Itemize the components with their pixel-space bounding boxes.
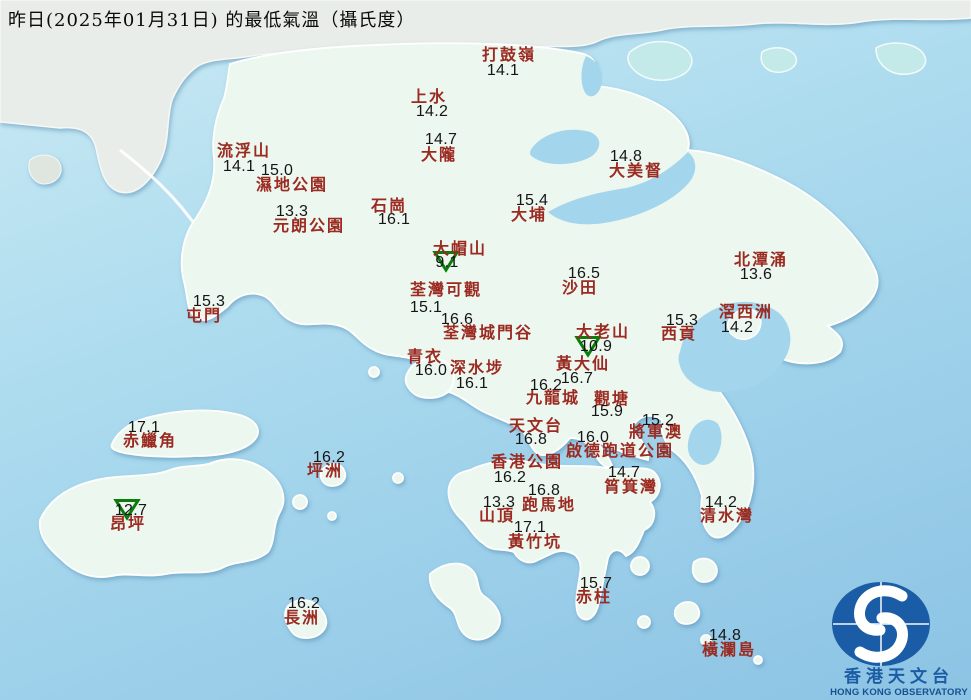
station-value: 17.1: [513, 519, 547, 536]
station-name: 打鼓嶺: [481, 45, 537, 64]
station-value: 14.7: [424, 131, 458, 148]
station-name: 香港公園: [490, 452, 564, 471]
station-value: 15.1: [409, 299, 443, 316]
station-value: 16.2: [529, 377, 563, 394]
station-value: 16.2: [287, 595, 321, 612]
station-name: 深水埗: [449, 358, 505, 377]
station-value: 16.5: [567, 265, 601, 282]
hko-logo-chinese: 香港天文台: [844, 666, 954, 687]
station-value: 16.7: [560, 370, 594, 387]
station-value: 14.1: [486, 62, 520, 79]
station-value: 16.8: [527, 482, 561, 499]
station-name: 黃竹坑: [507, 532, 563, 551]
hko-logo: 香港天文台 HONG KONG OBSERVATORY: [829, 580, 969, 698]
station-value: 15.9: [590, 403, 624, 420]
station-name: 濕地公園: [255, 175, 329, 194]
station-name: 大埔: [510, 205, 548, 224]
station-name: 筲箕灣: [603, 477, 659, 496]
station-name: 滘西洲: [718, 302, 774, 321]
station-value: 16.0: [414, 362, 448, 379]
station-name: 流浮山: [216, 141, 272, 160]
station-value: 12.7: [114, 502, 148, 519]
station-value: 14.2: [415, 103, 449, 120]
station-value: 15.3: [665, 312, 699, 329]
station-name: 長洲: [283, 608, 321, 627]
station-value: 15.2: [641, 412, 675, 429]
hko-logo-icon: [832, 581, 930, 666]
station-value: 14.1: [222, 158, 256, 175]
station-name: 荃灣可觀: [409, 280, 483, 299]
station-value: 16.0: [576, 429, 610, 446]
station-value: 13.6: [739, 266, 773, 283]
station-value: 10.9: [579, 338, 613, 355]
station-value: 14.8: [708, 627, 742, 644]
station-value: 15.4: [515, 192, 549, 209]
station-name: 沙田: [561, 278, 599, 297]
station-value: 14.8: [609, 148, 643, 165]
station-value: 14.2: [720, 319, 754, 336]
station-value: 16.8: [514, 431, 548, 448]
station-value: 9.1: [435, 254, 459, 271]
station-name: 跑馬地: [521, 495, 577, 514]
station-value: 16.1: [377, 211, 411, 228]
station-value: 16.2: [312, 449, 346, 466]
station-value: 15.7: [579, 575, 613, 592]
station-value: 15.3: [192, 293, 226, 310]
station-value: 13.3: [482, 494, 516, 511]
station-value: 15.0: [260, 162, 294, 179]
station-name: 大美督: [608, 161, 664, 180]
station-value: 14.2: [704, 494, 738, 511]
station-value: 13.3: [275, 203, 309, 220]
hko-logo-english: HONG KONG OBSERVATORY: [830, 686, 968, 698]
station-value: 16.6: [440, 311, 474, 328]
station-labels-layer: 打鼓嶺 14.1 上水 14.2 大隴 14.7 大美督 14.8 流浮山 14.1 濕地公園 15.…: [0, 0, 971, 700]
station-value: 14.7: [607, 464, 641, 481]
station-value: 16.1: [455, 375, 489, 392]
hko-min-temperature-map: 昨日(2025年01月31日) 的最低氣溫（攝氏度） 打鼓嶺 14.1 上水 14.2…: [0, 0, 971, 700]
station-value: 17.1: [127, 419, 161, 436]
station-name: 橫瀾島: [701, 640, 757, 659]
station-name: 大隴: [420, 145, 458, 164]
station-value: 16.2: [493, 469, 527, 486]
station-name: 元朗公園: [272, 216, 346, 235]
station-name: 屯門: [185, 306, 223, 325]
